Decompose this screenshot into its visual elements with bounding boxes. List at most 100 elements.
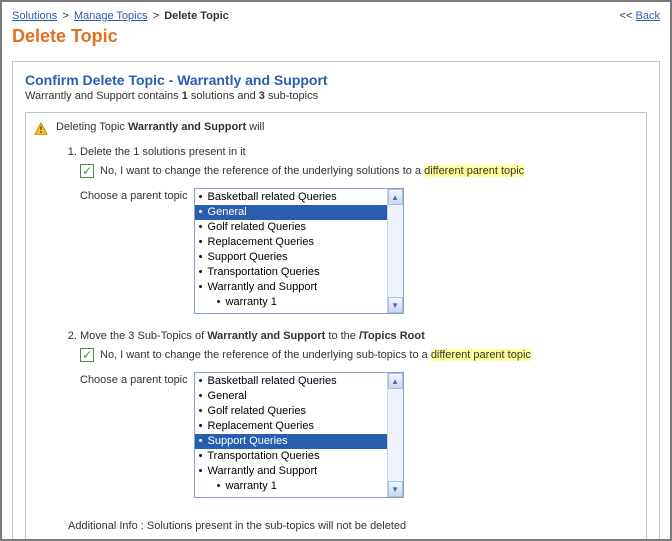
list-item[interactable]: • General <box>195 205 387 220</box>
list-item[interactable]: • Support Queries <box>195 434 387 449</box>
back-arrows: << <box>620 10 633 22</box>
list-item[interactable]: • Basketball related Queries <box>195 374 387 389</box>
bullet-icon: • <box>199 206 203 218</box>
list-item-label: warranty 1 <box>223 296 277 308</box>
list-item[interactable]: • Transportation Queries <box>195 449 387 464</box>
back-link-wrap: << Back <box>620 10 660 22</box>
summary-line: Warrantly and Support contains 1 solutio… <box>25 90 647 102</box>
step-2: Move the 3 Sub-Topics of Warrantly and S… <box>80 330 636 498</box>
breadcrumb-solutions[interactable]: Solutions <box>12 10 57 22</box>
confirm-heading: Confirm Delete Topic - Warrantly and Sup… <box>25 72 647 88</box>
list-item[interactable]: • Replacement Queries <box>195 235 387 250</box>
bullet-icon: • <box>217 480 221 492</box>
bullet-icon: • <box>199 375 203 387</box>
breadcrumb-sep: > <box>62 10 68 22</box>
bullet-icon: • <box>199 236 203 248</box>
step1-check-pre: No, I want to change the reference of th… <box>100 165 424 177</box>
list-item-label: General <box>205 390 247 402</box>
step2-choose-label: Choose a parent topic <box>80 372 188 386</box>
step1-check-highlight: different parent topic <box>424 165 524 177</box>
lead-p2: will <box>246 121 264 133</box>
step1-choose-label: Choose a parent topic <box>80 188 188 202</box>
list-item[interactable]: • Golf related Queries <box>195 220 387 235</box>
step1-parent-listbox[interactable]: • Basketball related Queries• General• G… <box>194 188 404 314</box>
back-link[interactable]: Back <box>636 10 660 22</box>
step2-root: /Topics Root <box>359 330 425 342</box>
warning-icon <box>34 122 48 136</box>
scroll-down-icon[interactable]: ▼ <box>388 297 403 313</box>
checkmark-icon: ✓ <box>82 349 92 361</box>
step2-check-highlight: different parent topic <box>431 349 531 361</box>
list-item[interactable]: • Warrantly and Support <box>195 280 387 295</box>
summary-p1: Warrantly and Support contains <box>25 90 182 102</box>
step1-checkbox[interactable]: ✓ <box>80 164 94 178</box>
confirm-panel: Confirm Delete Topic - Warrantly and Sup… <box>12 61 660 541</box>
list-item-label: Warrantly and Support <box>205 465 318 477</box>
scroll-down-icon[interactable]: ▼ <box>388 481 403 497</box>
bullet-icon: • <box>199 450 203 462</box>
step2-parent-listbox[interactable]: • Basketball related Queries• General• G… <box>194 372 404 498</box>
step1-check-label: No, I want to change the reference of th… <box>100 165 524 177</box>
list-item-label: Transportation Queries <box>205 266 320 278</box>
scrollbar[interactable]: ▲ ▼ <box>387 189 403 313</box>
list-item[interactable]: • Warrantly and Support <box>195 464 387 479</box>
list-item[interactable]: • Support Queries <box>195 250 387 265</box>
step2-text: Move the 3 Sub-Topics of Warrantly and S… <box>80 330 636 342</box>
confirm-topic: Warrantly and Support <box>177 72 327 88</box>
list-item[interactable]: • Basketball related Queries <box>195 190 387 205</box>
lead-topic: Warrantly and Support <box>128 121 246 133</box>
list-item[interactable]: • Replacement Queries <box>195 419 387 434</box>
list-item-label: Transportation Queries <box>205 450 320 462</box>
bullet-icon: • <box>199 390 203 402</box>
bullet-icon: • <box>199 191 203 203</box>
scroll-up-icon[interactable]: ▲ <box>388 189 403 205</box>
list-item[interactable]: • Golf related Queries <box>195 404 387 419</box>
step1-text: Delete the 1 solutions present in it <box>80 146 636 158</box>
step2-check-pre: No, I want to change the reference of th… <box>100 349 431 361</box>
scroll-track[interactable] <box>388 205 403 297</box>
bullet-icon: • <box>199 266 203 278</box>
list-item-label: Basketball related Queries <box>205 191 337 203</box>
list-item[interactable]: • warranty 1 <box>195 479 387 494</box>
list-item[interactable]: • Transportation Queries <box>195 265 387 280</box>
list-item[interactable]: • warranty 1 <box>195 295 387 310</box>
list-item-label: Support Queries <box>205 435 288 447</box>
bullet-icon: • <box>199 281 203 293</box>
breadcrumb: Solutions > Manage Topics > Delete Topic <box>12 10 229 22</box>
confirm-prefix: Confirm Delete Topic - <box>25 72 177 88</box>
summary-p2: solutions and <box>188 90 259 102</box>
bullet-icon: • <box>199 251 203 263</box>
bullet-icon: • <box>199 465 203 477</box>
scroll-track[interactable] <box>388 389 403 481</box>
list-item-label: Replacement Queries <box>205 420 314 432</box>
breadcrumb-current: Delete Topic <box>164 10 229 22</box>
lead-text: Deleting Topic Warrantly and Support wil… <box>56 121 264 133</box>
additional-info: Additional Info : Solutions present in t… <box>68 520 636 532</box>
list-item-label: warranty 1 <box>223 480 277 492</box>
list-item[interactable]: • General <box>195 389 387 404</box>
list-item-label: General <box>205 206 247 218</box>
step2-p1: Move the 3 Sub-Topics of <box>80 330 207 342</box>
list-item-label: Basketball related Queries <box>205 375 337 387</box>
bullet-icon: • <box>199 435 203 447</box>
page-title: Delete Topic <box>12 26 660 47</box>
breadcrumb-manage-topics[interactable]: Manage Topics <box>74 10 148 22</box>
scroll-up-icon[interactable]: ▲ <box>388 373 403 389</box>
step2-topic: Warrantly and Support <box>207 330 325 342</box>
list-item-label: Replacement Queries <box>205 236 314 248</box>
step2-check-label: No, I want to change the reference of th… <box>100 349 531 361</box>
bullet-icon: • <box>199 405 203 417</box>
bullet-icon: • <box>217 296 221 308</box>
summary-p3: sub-topics <box>265 90 318 102</box>
step2-checkbox[interactable]: ✓ <box>80 348 94 362</box>
inner-panel: Deleting Topic Warrantly and Support wil… <box>25 112 647 541</box>
step-1: Delete the 1 solutions present in it ✓ N… <box>80 146 636 314</box>
list-item-label: Golf related Queries <box>205 221 307 233</box>
list-item-label: Support Queries <box>205 251 288 263</box>
checkmark-icon: ✓ <box>82 165 92 177</box>
bullet-icon: • <box>199 420 203 432</box>
bullet-icon: • <box>199 221 203 233</box>
step2-p2: to the <box>325 330 359 342</box>
breadcrumb-sep: > <box>153 10 159 22</box>
scrollbar[interactable]: ▲ ▼ <box>387 373 403 497</box>
